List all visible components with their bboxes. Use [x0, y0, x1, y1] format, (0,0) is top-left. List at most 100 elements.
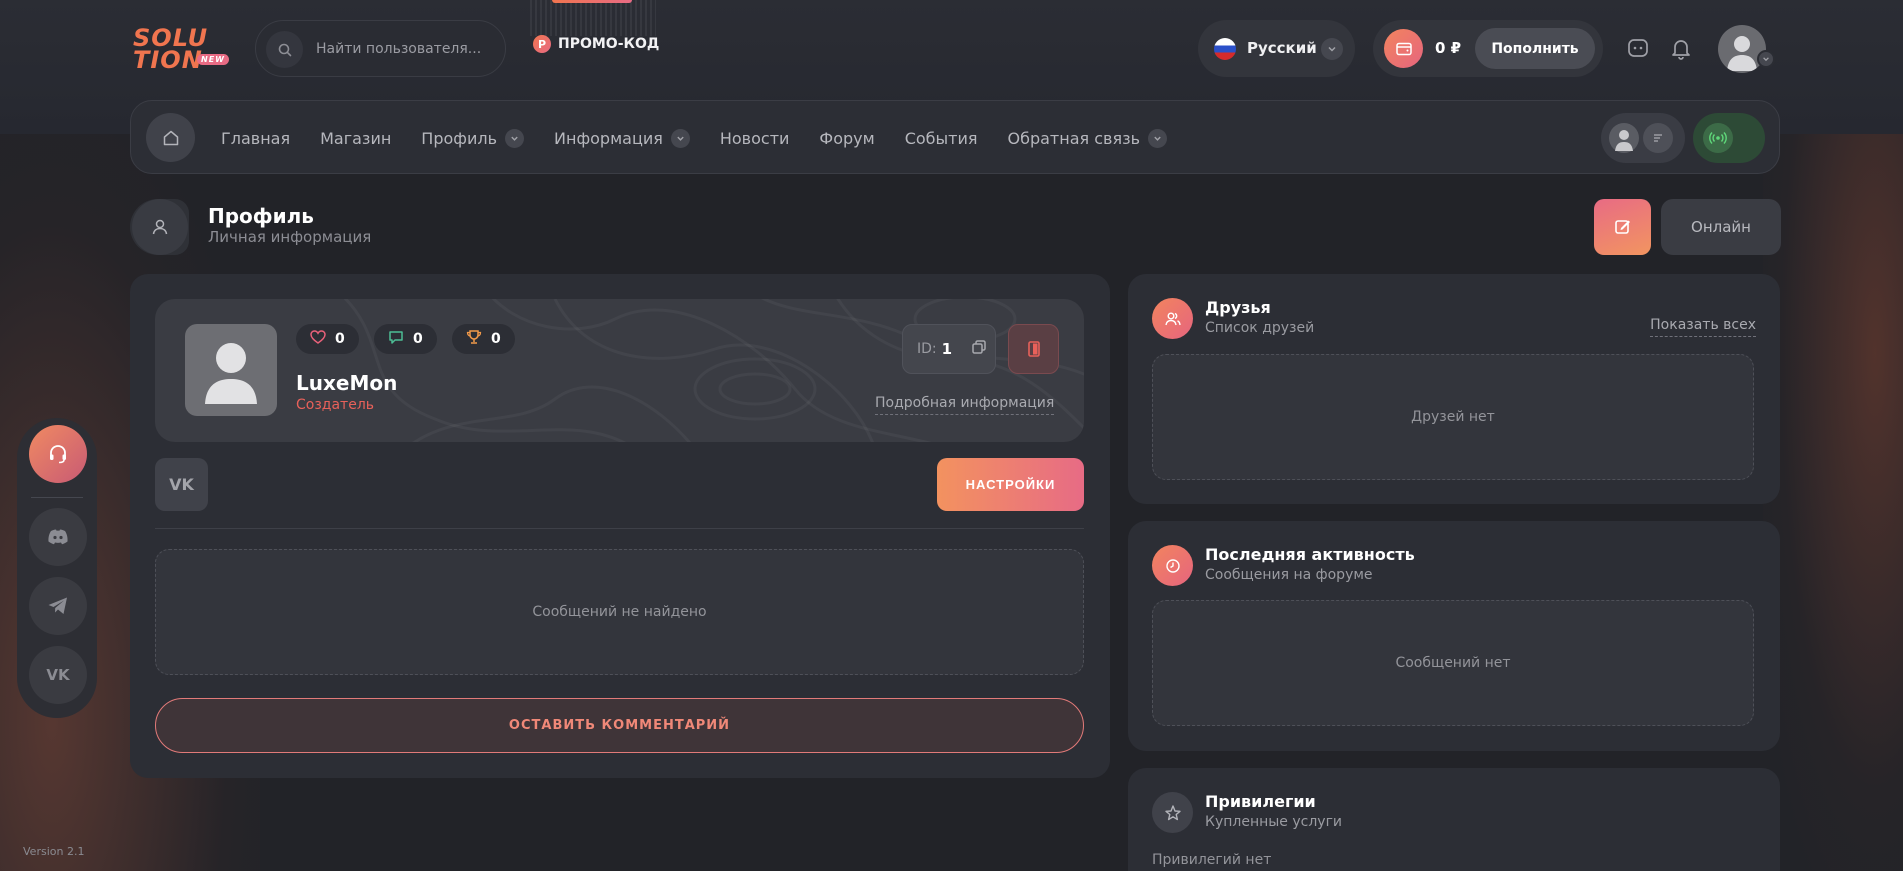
nav-item-label: Профиль: [421, 128, 498, 148]
nav-item-label: Информация: [554, 128, 663, 148]
nav-item-label: Обратная связь: [1007, 128, 1141, 148]
empty-messages-text: Сообщений не найдено: [532, 604, 707, 620]
comments-count: 0: [413, 331, 423, 347]
broadcast-icon: [1703, 123, 1733, 153]
vk-link-button[interactable]: VK: [155, 458, 208, 511]
background-art-right: [1763, 130, 1903, 871]
id-value: 1: [941, 340, 953, 358]
friends-empty-state: Друзей нет: [1152, 354, 1754, 480]
friends-icon: [1152, 298, 1193, 339]
chevron-down-icon: [505, 128, 525, 148]
logo-new-badge: NEW: [197, 54, 229, 65]
promo-code-link[interactable]: P ПРОМО-КОД: [533, 34, 659, 54]
edit-profile-button[interactable]: [1594, 199, 1651, 255]
chevron-down-icon: [1321, 38, 1343, 60]
exit-door-icon: [1027, 341, 1040, 357]
star-icon: [1152, 792, 1193, 833]
likes-count: 0: [335, 331, 345, 347]
page-subtitle: Личная информация: [208, 228, 372, 246]
privileges-card: Привилегии Купленные услуги Привилегий н…: [1128, 768, 1780, 871]
copy-icon: [971, 339, 987, 359]
nav-item-events[interactable]: События: [905, 129, 978, 148]
nav-items: Главная Магазин Профиль Информация Новос…: [221, 101, 1168, 175]
user-search[interactable]: [255, 20, 506, 77]
activity-title: Последняя активность: [1205, 545, 1415, 564]
discord-icon[interactable]: [29, 508, 87, 566]
privileges-subtitle: Купленные услуги: [1205, 814, 1343, 830]
online-users-widget[interactable]: [1601, 113, 1685, 163]
user-id-copy[interactable]: ID: 1: [902, 324, 996, 374]
id-label: ID:: [917, 341, 937, 357]
balance-value: 0 ₽: [1435, 39, 1462, 57]
server-status-widget[interactable]: [1693, 113, 1765, 163]
nav-item-forum[interactable]: Форум: [819, 129, 874, 148]
sidebar-divider: [31, 497, 83, 498]
sidebar-vk-label: VK: [46, 666, 70, 684]
promo-decoration: [530, 0, 656, 36]
wallet-icon: [1384, 29, 1423, 68]
wallet: 0 ₽ Пополнить: [1373, 20, 1603, 77]
user-avatar[interactable]: [1718, 25, 1766, 73]
nav-item-label: События: [904, 128, 978, 148]
avatar-chevron-icon[interactable]: [1757, 50, 1775, 68]
online-status-button[interactable]: Онлайн: [1661, 199, 1781, 255]
promo-icon: P: [533, 35, 551, 53]
leave-comment-button[interactable]: ОСТАВИТЬ КОММЕНТАРИЙ: [155, 698, 1084, 753]
nav-item-profile[interactable]: Профиль: [421, 128, 525, 148]
search-input[interactable]: [316, 39, 496, 59]
messages-empty-state: Сообщений не найдено: [155, 549, 1084, 675]
nav-item-shop[interactable]: Магазин: [320, 129, 391, 148]
nav-item-label: Главная: [221, 128, 291, 148]
divider: [155, 528, 1084, 529]
privileges-title: Привилегии: [1205, 792, 1316, 811]
vk-icon[interactable]: VK: [29, 646, 87, 704]
trophy-icon: [466, 329, 482, 349]
nav-item-label: Магазин: [320, 128, 392, 148]
list-icon: [1643, 123, 1673, 153]
home-icon[interactable]: [146, 113, 195, 162]
language-label: Русский: [1247, 39, 1317, 57]
discord-chat-icon[interactable]: [1624, 34, 1652, 62]
profile-summary: 0 0 0 LuxeMon Создатель ID: 1 Подробная …: [155, 299, 1084, 442]
user-icon: [131, 199, 188, 255]
chevron-down-icon: [1148, 128, 1168, 148]
nav-item-home[interactable]: Главная: [221, 129, 290, 148]
page-title: Профиль: [208, 204, 314, 228]
promo-label: ПРОМО-КОД: [558, 36, 660, 52]
friends-empty-text: Друзей нет: [1411, 409, 1495, 425]
comment-icon: [388, 330, 404, 349]
profile-avatar: [185, 324, 277, 416]
language-selector[interactable]: Русский: [1198, 20, 1355, 77]
profile-card: 0 0 0 LuxeMon Создатель ID: 1 Подробная …: [130, 274, 1110, 778]
activity-subtitle: Сообщения на форуме: [1205, 567, 1373, 583]
friends-title: Друзья: [1205, 298, 1271, 317]
friends-card: Друзья Список друзей Показать всех Друзе…: [1128, 274, 1780, 504]
user-role: Создатель: [296, 397, 375, 413]
support-headset-icon[interactable]: [29, 425, 87, 483]
chevron-down-icon: [670, 128, 690, 148]
bell-icon[interactable]: [1667, 34, 1695, 62]
topup-button[interactable]: Пополнить: [1475, 28, 1595, 69]
comments-stat: 0: [374, 324, 437, 354]
activity-card: Последняя активность Сообщения на форуме…: [1128, 521, 1780, 751]
user-avatar-small: [1609, 123, 1639, 153]
site-logo[interactable]: SOLU TION NEW: [133, 26, 229, 73]
details-link[interactable]: Подробная информация: [875, 395, 1055, 415]
nav-item-feedback[interactable]: Обратная связь: [1007, 128, 1168, 148]
likes-stat: 0: [296, 324, 359, 354]
show-all-friends-link[interactable]: Показать всех: [1650, 317, 1756, 337]
russia-flag-icon: [1214, 38, 1236, 60]
trophies-stat: 0: [452, 324, 515, 354]
logout-button[interactable]: [1008, 324, 1059, 374]
nav-item-news[interactable]: Новости: [720, 129, 790, 148]
nav-item-information[interactable]: Информация: [554, 128, 690, 148]
settings-button[interactable]: НАСТРОЙКИ: [937, 458, 1084, 511]
main-navigation: Главная Магазин Профиль Информация Новос…: [130, 100, 1780, 174]
social-sidebar: VK: [17, 418, 97, 718]
activity-empty-state: Сообщений нет: [1152, 600, 1754, 726]
friends-subtitle: Список друзей: [1205, 320, 1315, 336]
activity-empty-text: Сообщений нет: [1395, 655, 1511, 671]
telegram-icon[interactable]: [29, 577, 87, 635]
username: LuxeMon: [296, 371, 398, 395]
clock-icon: [1152, 545, 1193, 586]
